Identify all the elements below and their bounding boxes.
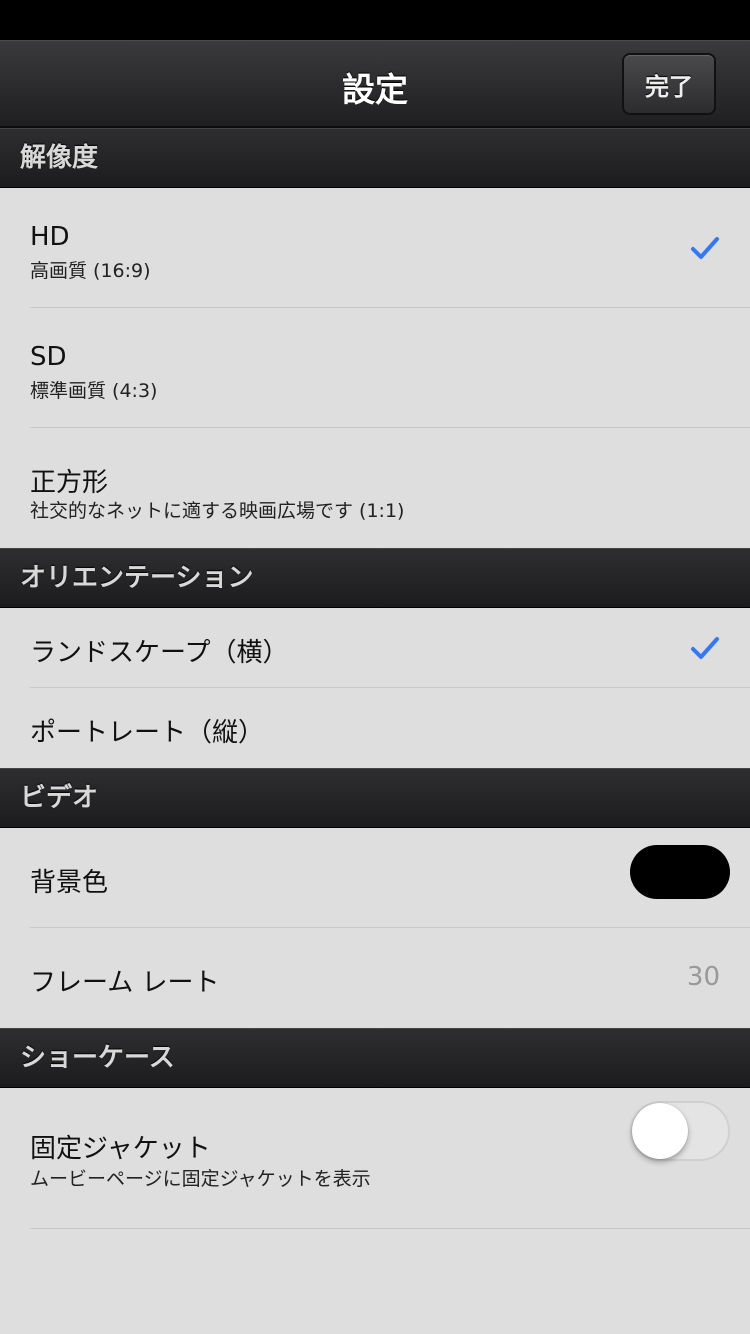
background-color-swatch[interactable] xyxy=(630,845,730,899)
navigation-bar: 設定 完了 xyxy=(0,40,750,128)
section-header-orientation: オリエンテーション xyxy=(0,548,750,608)
divider xyxy=(30,1228,750,1229)
section-header-showcase: ショーケース xyxy=(0,1028,750,1088)
status-bar xyxy=(0,0,750,40)
frame-rate-label: フレーム レート xyxy=(30,968,220,998)
fixed-jacket-title: 固定ジャケット xyxy=(30,1134,211,1164)
checkmark-icon xyxy=(691,237,719,259)
section-header-video: ビデオ xyxy=(0,768,750,828)
option-subtitle: 標準画質 (4:3) xyxy=(30,380,158,402)
resolution-option-square[interactable]: 正方形 社交的なネットに適する映画広場です (1:1) xyxy=(0,428,750,548)
resolution-option-hd[interactable]: HD 高画質 (16:9) xyxy=(0,188,750,308)
option-title: ランドスケープ（横） xyxy=(30,638,289,668)
option-title: ポートレート（縦） xyxy=(30,718,265,748)
resolution-option-sd[interactable]: SD 標準画質 (4:3) xyxy=(0,308,750,428)
option-subtitle: 社交的なネットに適する映画広場です (1:1) xyxy=(30,500,405,522)
option-subtitle: 高画質 (16:9) xyxy=(30,260,151,282)
done-button[interactable]: 完了 xyxy=(622,53,716,115)
checkmark-icon xyxy=(691,637,719,659)
fixed-jacket-toggle[interactable] xyxy=(630,1101,730,1161)
option-title: HD xyxy=(30,222,70,252)
frame-rate-row[interactable]: フレーム レート 30 xyxy=(0,928,750,1028)
frame-rate-value: 30 xyxy=(686,962,720,992)
option-title: 正方形 xyxy=(30,468,109,498)
fixed-jacket-subtitle: ムービーページに固定ジャケットを表示 xyxy=(30,1168,371,1190)
toggle-knob xyxy=(632,1103,688,1159)
background-color-label: 背景色 xyxy=(30,868,109,898)
fixed-jacket-row: 固定ジャケット ムービーページに固定ジャケットを表示 xyxy=(0,1088,750,1334)
orientation-option-landscape[interactable]: ランドスケープ（横） xyxy=(0,608,750,688)
option-title: SD xyxy=(30,342,67,372)
orientation-option-portrait[interactable]: ポートレート（縦） xyxy=(0,688,750,768)
section-header-resolution: 解像度 xyxy=(0,128,750,188)
background-color-row[interactable]: 背景色 xyxy=(0,828,750,928)
